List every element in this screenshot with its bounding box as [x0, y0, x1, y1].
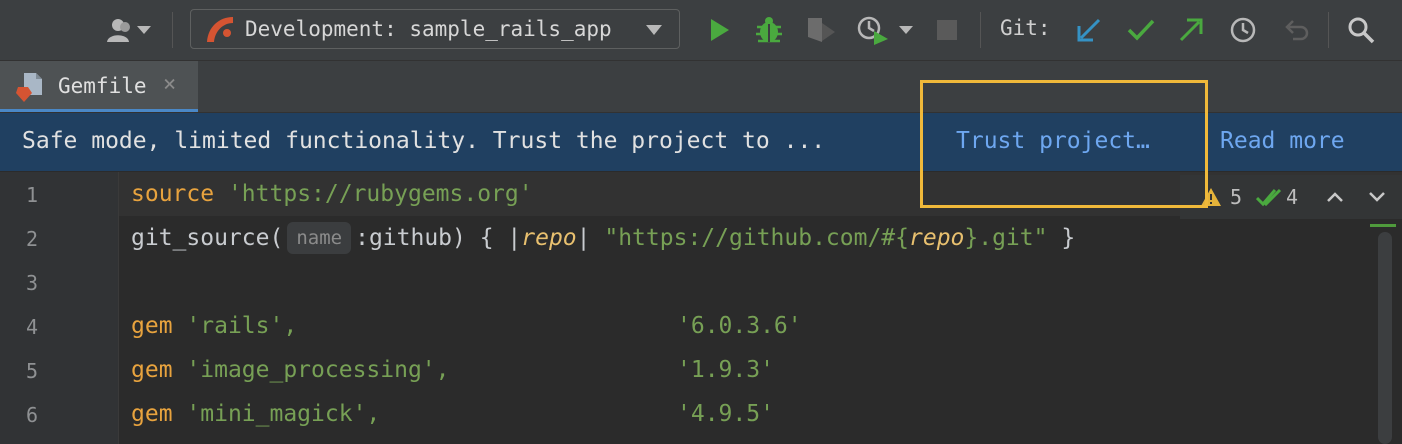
- code-line: gem 'mini_magick', '4.9.5': [131, 392, 774, 436]
- tab-gemfile[interactable]: Gemfile ×: [0, 61, 198, 112]
- chevron-down-icon[interactable]: [1368, 191, 1386, 203]
- line-number: 4: [26, 315, 39, 339]
- weak-warning-count: 4: [1286, 185, 1299, 209]
- trust-project-link[interactable]: Trust project…: [956, 128, 1150, 154]
- line-number: 5: [26, 359, 39, 383]
- bug-icon: [756, 17, 782, 43]
- editor-tab-bar: Gemfile ×: [0, 61, 1402, 113]
- safe-mode-banner: Safe mode, limited functionality. Trust …: [0, 113, 1402, 171]
- tab-label: Gemfile: [58, 74, 147, 98]
- profiler-icon: [857, 16, 888, 45]
- git-update-button[interactable]: [1072, 14, 1106, 46]
- vertical-scrollbar[interactable]: [1378, 232, 1392, 444]
- close-icon[interactable]: ×: [163, 72, 176, 97]
- string-literal: 'rails',: [186, 313, 298, 339]
- coverage-icon: [808, 18, 835, 42]
- scrollbar-marker: [1370, 224, 1396, 227]
- git-commit-button[interactable]: [1124, 14, 1158, 46]
- chevron-down-icon: [137, 26, 151, 34]
- active-tab-indicator: [0, 109, 198, 112]
- run-icon: [711, 19, 729, 41]
- arrow-down-left-icon: [1077, 18, 1101, 42]
- read-more-link[interactable]: Read more: [1220, 128, 1345, 154]
- block-parameter: repo: [909, 225, 965, 251]
- run-configuration-label: Development: sample_rails_app: [245, 17, 612, 41]
- string-literal: }.git": [964, 225, 1048, 251]
- string-literal: "https://github.com/#{: [604, 225, 909, 251]
- version-string: '6.0.3.6': [677, 313, 802, 339]
- line-number: 2: [26, 227, 39, 251]
- stop-icon: [937, 20, 957, 40]
- chevron-down-icon: [899, 26, 913, 34]
- string-literal: 'https://rubygems.org': [227, 181, 533, 207]
- user-menu-button[interactable]: [100, 14, 158, 46]
- git-rollback-button[interactable]: [1280, 14, 1314, 46]
- checkmark-icon: [1127, 19, 1155, 41]
- git-history-button[interactable]: [1226, 14, 1260, 46]
- main-toolbar: Development: sample_rails_app Git:: [0, 0, 1402, 61]
- string-literal: 'image_processing',: [186, 357, 450, 383]
- profiler-button[interactable]: [852, 14, 918, 46]
- string-literal: 'mini_magick',: [186, 401, 381, 427]
- line-number: 6: [26, 403, 39, 427]
- debug-button[interactable]: [752, 14, 786, 46]
- arrow-up-right-icon: [1179, 18, 1203, 42]
- toolbar-separator: [172, 12, 173, 48]
- block-parameter: repo: [521, 225, 577, 251]
- stop-button[interactable]: [932, 14, 962, 46]
- warning-count: 5: [1230, 185, 1243, 209]
- search-icon: [1348, 17, 1375, 44]
- line-number: 3: [26, 271, 39, 295]
- code-token: :github) { |: [355, 225, 522, 251]
- code-line: git_source(name:github) { |repo| "https:…: [131, 216, 1075, 260]
- version-string: '4.9.5': [677, 401, 774, 427]
- toolbar-separator: [980, 12, 981, 48]
- git-push-button[interactable]: [1174, 14, 1208, 46]
- code-line: gem 'rails', '6.0.3.6': [131, 304, 802, 348]
- warning-icon: [1201, 188, 1221, 206]
- line-number: 1: [26, 183, 39, 207]
- code-line: source 'https://rubygems.org': [131, 172, 533, 216]
- code-token: }: [1047, 225, 1076, 251]
- keyword: gem: [131, 357, 173, 383]
- chevron-down-icon: [646, 25, 662, 35]
- search-everywhere-button[interactable]: [1344, 14, 1378, 46]
- chevron-up-icon[interactable]: [1326, 191, 1344, 203]
- code-token: |: [576, 225, 605, 251]
- rails-icon: [207, 17, 233, 42]
- parameter-hint: name: [287, 222, 352, 254]
- run-button[interactable]: [704, 14, 736, 46]
- code-line: gem 'image_processing', '1.9.3': [131, 348, 774, 392]
- safe-mode-message: Safe mode, limited functionality. Trust …: [22, 128, 826, 154]
- keyword: gem: [131, 401, 173, 427]
- git-label: Git:: [1000, 16, 1051, 40]
- gemfile-icon: [16, 73, 42, 102]
- toolbar-separator: [1328, 12, 1329, 48]
- user-icon: [107, 19, 130, 42]
- undo-icon: [1285, 20, 1309, 41]
- double-check-icon: [1256, 188, 1282, 207]
- version-string: '1.9.3': [677, 357, 774, 383]
- code-token: git_source(: [131, 225, 284, 251]
- inspection-widget[interactable]: 5 4: [1180, 175, 1402, 219]
- line-number-gutter: 1 2 3 4 5 6: [0, 172, 119, 444]
- clock-icon: [1230, 17, 1256, 43]
- keyword: source: [131, 181, 215, 207]
- run-configuration-selector[interactable]: Development: sample_rails_app: [190, 9, 680, 49]
- run-with-coverage-button[interactable]: [804, 14, 838, 46]
- keyword: gem: [131, 313, 173, 339]
